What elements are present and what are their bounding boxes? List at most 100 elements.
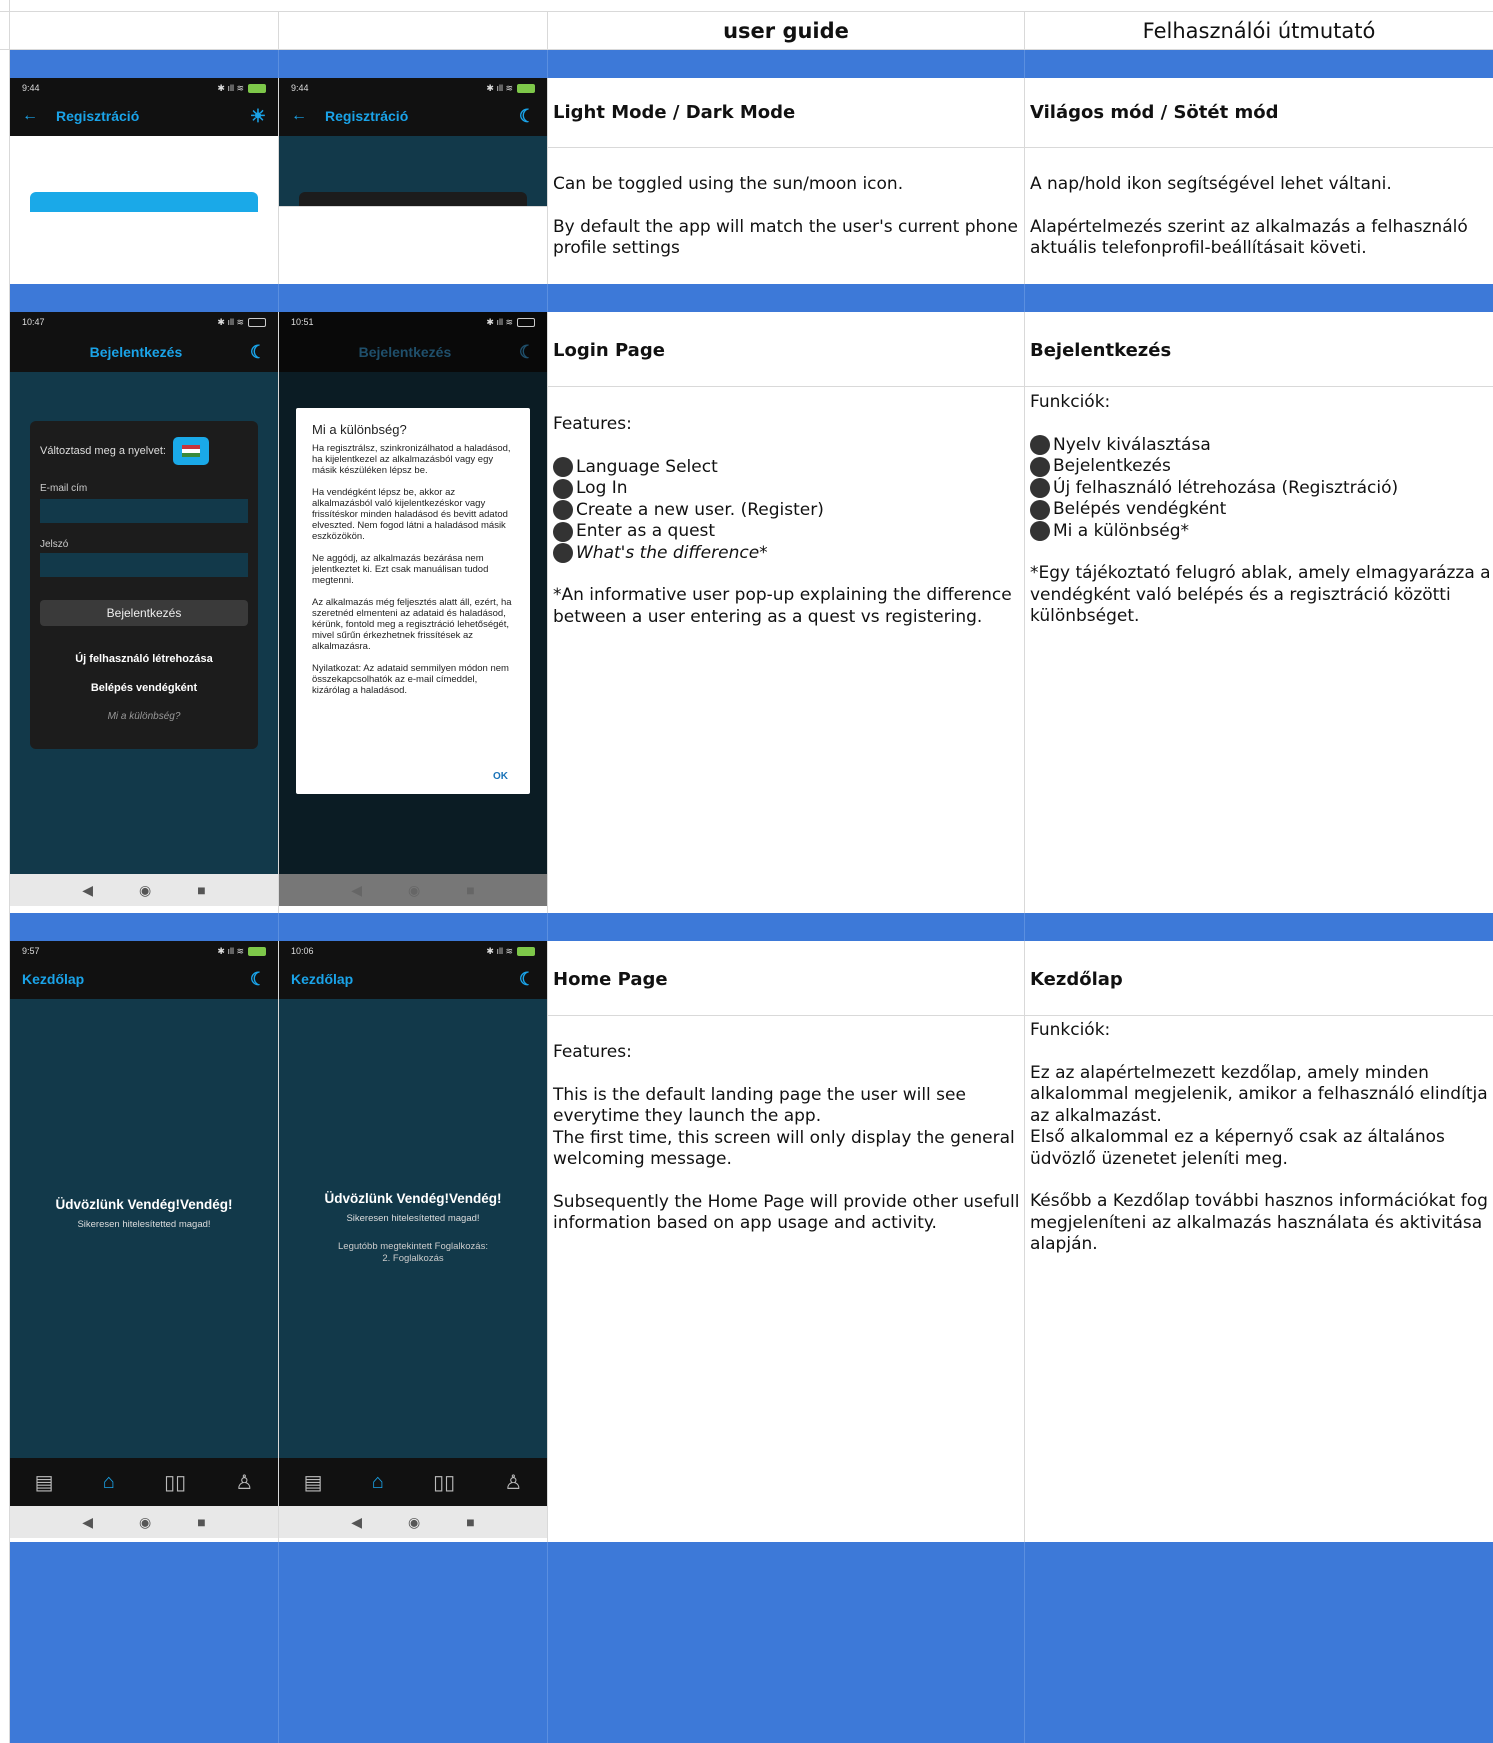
- back-arrow-icon[interactable]: ←: [291, 107, 307, 125]
- android-nav-bar: ◀ ◉ ■: [279, 874, 547, 906]
- moon-icon[interactable]: ☾: [519, 342, 535, 363]
- status-bar: 9:57 ✱ ıll ≋: [10, 941, 278, 961]
- card-top: [299, 192, 527, 206]
- android-nav-bar: ◀ ◉ ■: [279, 1506, 547, 1538]
- grid-line: [548, 386, 1493, 387]
- header-user-guide: user guide: [723, 19, 849, 43]
- home-nav-icon[interactable]: ◉: [408, 882, 420, 899]
- difference-link[interactable]: Mi a különbség?: [30, 711, 258, 722]
- welcome-message: Üdvözlünk Vendég!Vendég!: [324, 1191, 502, 1206]
- phone-screen-dialog: 10:51 ✱ ıll ≋ Bejelentkezés ☾ Mi a külön…: [279, 312, 547, 906]
- section-band: [10, 284, 1493, 312]
- appbar-title: Regisztráció: [325, 108, 409, 124]
- phone-screen-login: 10:47 ✱ ıll ≋ Bejelentkezés ☾ Változtasd…: [10, 312, 278, 906]
- back-nav-icon[interactable]: ◀: [351, 882, 362, 899]
- back-arrow-icon[interactable]: ←: [22, 107, 38, 125]
- password-field[interactable]: [40, 553, 248, 577]
- home-nav-icon[interactable]: ◉: [408, 1514, 420, 1531]
- phone-screen-home-recent: 10:06 ✱ ıll ≋ Kezdőlap ☾ Üdvözlünk Vendé…: [279, 941, 547, 1538]
- grid-line: [1024, 11, 1025, 1743]
- sessions-icon[interactable]: ▤: [304, 1470, 323, 1495]
- register-link[interactable]: Új felhasználó létrehozása: [30, 653, 258, 665]
- profile-icon[interactable]: ♙: [504, 1470, 522, 1495]
- recents-nav-icon[interactable]: ■: [466, 1514, 474, 1530]
- language-label: Változtasd meg a nyelvet:: [40, 445, 166, 457]
- sessions-icon[interactable]: ▤: [35, 1470, 54, 1495]
- back-nav-icon[interactable]: ◀: [82, 1514, 93, 1531]
- dialog-paragraph: Nyilatkozat: Az adataid semmilyen módon …: [312, 663, 509, 696]
- password-label: Jelszó: [40, 539, 69, 550]
- grid-line: [548, 147, 1493, 148]
- list-item: Új felhasználó létrehozása (Regisztráció…: [1030, 478, 1492, 500]
- recents-nav-icon[interactable]: ■: [197, 882, 205, 898]
- phone-screen-light: 9:44 ✱ ıll ≋ ← Regisztráció ☀: [10, 78, 278, 284]
- guest-link[interactable]: Belépés vendégként: [30, 682, 258, 694]
- email-field[interactable]: [40, 499, 248, 523]
- section-band: [10, 1542, 1493, 1743]
- status-bar: 9:44 ✱ ıll ≋: [10, 78, 278, 98]
- dialog-paragraph: Ha regisztrálsz, szinkronizálhatod a hal…: [312, 443, 511, 476]
- bottom-tab-bar: ▤ ⌂ ▯▯ ♙: [10, 1458, 278, 1506]
- phone-screen-home: 9:57 ✱ ıll ≋ Kezdőlap ☾ Üdvözlünk Vendég…: [10, 941, 278, 1538]
- dialog-paragraph: Az alkalmazás még feljesztés alatt áll, …: [312, 597, 512, 652]
- section-band: [10, 50, 1493, 78]
- sun-icon[interactable]: ☀: [250, 106, 266, 127]
- home-icon[interactable]: ⌂: [103, 1471, 115, 1494]
- welcome-message: Üdvözlünk Vendég!Vendég!: [55, 1197, 233, 1212]
- status-bar: 9:44 ✱ ıll ≋: [279, 78, 547, 98]
- status-time: 10:51: [291, 317, 314, 327]
- list-item: Log In: [553, 478, 1018, 500]
- dialog-ok-button[interactable]: OK: [493, 771, 508, 782]
- moon-icon[interactable]: ☾: [519, 969, 535, 990]
- appbar-title: Regisztráció: [56, 108, 140, 124]
- row-text-en: Can be toggled using the sun/moon icon. …: [553, 174, 1018, 258]
- home-nav-icon[interactable]: ◉: [139, 882, 151, 899]
- list-item: Bejelentkezés: [1030, 456, 1492, 478]
- phone-screen-dark: 9:44 ✱ ıll ≋ ← Regisztráció ☾: [279, 78, 547, 206]
- auth-message: Sikeresen hitelesítetted magad!: [77, 1219, 211, 1230]
- row-text-en: Features: Language Select Log In Create …: [553, 414, 1018, 628]
- back-nav-icon[interactable]: ◀: [82, 882, 93, 899]
- row-text-hu: Funkciók: Ez az alapértelmezett kezdőlap…: [1030, 1020, 1488, 1254]
- book-icon[interactable]: ▯▯: [433, 1470, 455, 1495]
- bottom-tab-bar: ▤ ⌂ ▯▯ ♙: [279, 1458, 547, 1506]
- status-time: 9:57: [22, 946, 40, 956]
- recents-nav-icon[interactable]: ■: [466, 882, 474, 898]
- difference-dialog: Mi a különbség? Ha regisztrálsz, szinkro…: [296, 408, 530, 794]
- status-bar: 10:47 ✱ ıll ≋: [10, 312, 278, 332]
- list-item: Enter as a quest: [553, 521, 1018, 543]
- profile-icon[interactable]: ♙: [235, 1470, 253, 1495]
- status-time: 10:06: [291, 946, 314, 956]
- book-icon[interactable]: ▯▯: [164, 1470, 186, 1495]
- back-nav-icon[interactable]: ◀: [351, 1514, 362, 1531]
- moon-icon[interactable]: ☾: [519, 106, 535, 127]
- language-select-button[interactable]: [173, 437, 209, 465]
- list-item: Mi a különbség*: [1030, 521, 1492, 543]
- moon-icon[interactable]: ☾: [250, 969, 266, 990]
- status-bar: 10:06 ✱ ıll ≋: [279, 941, 547, 961]
- recent-session: Legutóbb megtekintett Foglalkozás: 2. Fo…: [338, 1241, 488, 1264]
- auth-message: Sikeresen hitelesítetted magad!: [346, 1213, 480, 1224]
- recents-nav-icon[interactable]: ■: [197, 1514, 205, 1530]
- list-item: Belépés vendégként: [1030, 499, 1492, 521]
- hungarian-flag-icon: [182, 445, 200, 457]
- row-text-hu: Funkciók: Nyelv kiválasztása Bejelentkez…: [1030, 392, 1492, 626]
- dialog-paragraph: Ne aggódj, az alkalmazás bezárása nem je…: [312, 553, 489, 586]
- login-button[interactable]: Bejelentkezés: [40, 600, 248, 626]
- card-top: [30, 192, 258, 212]
- list-item: What's the difference*: [553, 543, 1018, 565]
- row-title-hu: Bejelentkezés: [1030, 340, 1172, 361]
- row-title-hu: Világos mód / Sötét mód: [1030, 102, 1279, 123]
- dialog-title: Mi a különbség?: [312, 422, 407, 437]
- home-nav-icon[interactable]: ◉: [139, 1514, 151, 1531]
- list-item: Create a new user. (Register): [553, 500, 1018, 522]
- status-bar: 10:51 ✱ ıll ≋: [279, 312, 547, 332]
- appbar-title: Kezdőlap: [291, 971, 354, 987]
- header-user-guide-hu: Felhasználói útmutató: [1142, 19, 1376, 43]
- email-label: E-mail cím: [40, 483, 88, 494]
- row-title-en: Login Page: [553, 340, 665, 361]
- home-icon[interactable]: ⌂: [372, 1471, 384, 1494]
- appbar-title: Bejelentkezés: [89, 344, 183, 360]
- moon-icon[interactable]: ☾: [250, 342, 266, 363]
- row-title-en: Home Page: [553, 969, 668, 990]
